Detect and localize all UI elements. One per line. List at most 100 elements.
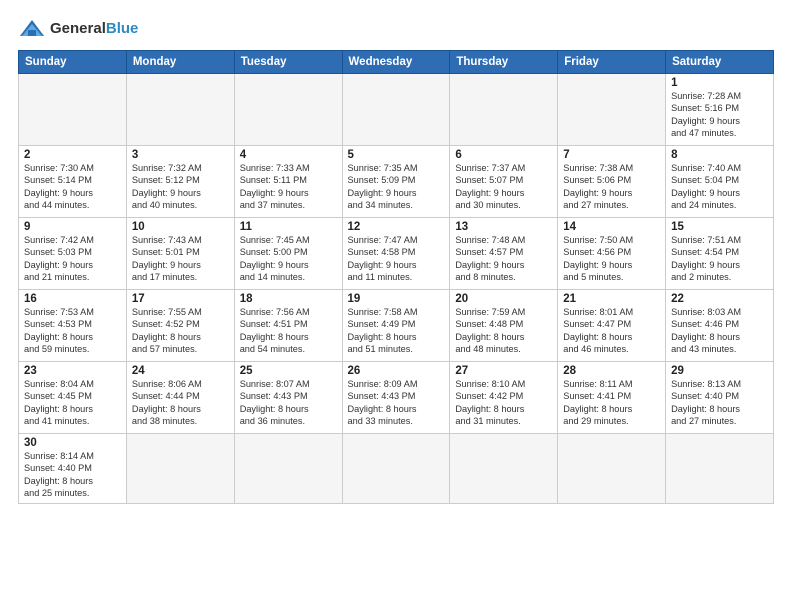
- calendar-cell: 8Sunrise: 7:40 AM Sunset: 5:04 PM Daylig…: [666, 146, 774, 218]
- day-info: Sunrise: 8:13 AM Sunset: 4:40 PM Dayligh…: [671, 378, 768, 428]
- day-number: 24: [132, 365, 229, 377]
- day-info: Sunrise: 7:35 AM Sunset: 5:09 PM Dayligh…: [348, 162, 445, 212]
- day-number: 3: [132, 149, 229, 161]
- day-number: 20: [455, 293, 552, 305]
- calendar-cell: [450, 434, 558, 504]
- calendar-cell: 24Sunrise: 8:06 AM Sunset: 4:44 PM Dayli…: [126, 362, 234, 434]
- day-number: 21: [563, 293, 660, 305]
- calendar-cell: 5Sunrise: 7:35 AM Sunset: 5:09 PM Daylig…: [342, 146, 450, 218]
- calendar-cell: 20Sunrise: 7:59 AM Sunset: 4:48 PM Dayli…: [450, 290, 558, 362]
- calendar-cell: 13Sunrise: 7:48 AM Sunset: 4:57 PM Dayli…: [450, 218, 558, 290]
- weekday-header-saturday: Saturday: [666, 51, 774, 74]
- week-row-2: 9Sunrise: 7:42 AM Sunset: 5:03 PM Daylig…: [19, 218, 774, 290]
- day-info: Sunrise: 7:47 AM Sunset: 4:58 PM Dayligh…: [348, 234, 445, 284]
- day-number: 13: [455, 221, 552, 233]
- day-number: 18: [240, 293, 337, 305]
- weekday-header-row: SundayMondayTuesdayWednesdayThursdayFrid…: [19, 51, 774, 74]
- week-row-4: 23Sunrise: 8:04 AM Sunset: 4:45 PM Dayli…: [19, 362, 774, 434]
- day-number: 7: [563, 149, 660, 161]
- calendar-cell: 30Sunrise: 8:14 AM Sunset: 4:40 PM Dayli…: [19, 434, 127, 504]
- calendar-cell: 9Sunrise: 7:42 AM Sunset: 5:03 PM Daylig…: [19, 218, 127, 290]
- day-info: Sunrise: 7:32 AM Sunset: 5:12 PM Dayligh…: [132, 162, 229, 212]
- day-number: 29: [671, 365, 768, 377]
- weekday-header-tuesday: Tuesday: [234, 51, 342, 74]
- day-info: Sunrise: 7:50 AM Sunset: 4:56 PM Dayligh…: [563, 234, 660, 284]
- calendar-cell: 15Sunrise: 7:51 AM Sunset: 4:54 PM Dayli…: [666, 218, 774, 290]
- calendar-cell: 3Sunrise: 7:32 AM Sunset: 5:12 PM Daylig…: [126, 146, 234, 218]
- day-info: Sunrise: 7:58 AM Sunset: 4:49 PM Dayligh…: [348, 306, 445, 356]
- day-info: Sunrise: 7:48 AM Sunset: 4:57 PM Dayligh…: [455, 234, 552, 284]
- calendar-cell: [342, 434, 450, 504]
- weekday-header-sunday: Sunday: [19, 51, 127, 74]
- calendar-cell: [126, 74, 234, 146]
- calendar-cell: [234, 74, 342, 146]
- day-number: 22: [671, 293, 768, 305]
- day-info: Sunrise: 8:09 AM Sunset: 4:43 PM Dayligh…: [348, 378, 445, 428]
- day-number: 15: [671, 221, 768, 233]
- day-number: 27: [455, 365, 552, 377]
- calendar-table: SundayMondayTuesdayWednesdayThursdayFrid…: [18, 50, 774, 504]
- day-info: Sunrise: 8:01 AM Sunset: 4:47 PM Dayligh…: [563, 306, 660, 356]
- calendar-cell: 14Sunrise: 7:50 AM Sunset: 4:56 PM Dayli…: [558, 218, 666, 290]
- page: GeneralBlue SundayMondayTuesdayWednesday…: [0, 0, 792, 612]
- day-info: Sunrise: 7:55 AM Sunset: 4:52 PM Dayligh…: [132, 306, 229, 356]
- calendar-cell: 28Sunrise: 8:11 AM Sunset: 4:41 PM Dayli…: [558, 362, 666, 434]
- day-number: 10: [132, 221, 229, 233]
- week-row-1: 2Sunrise: 7:30 AM Sunset: 5:14 PM Daylig…: [19, 146, 774, 218]
- calendar-cell: [126, 434, 234, 504]
- calendar-cell: 23Sunrise: 8:04 AM Sunset: 4:45 PM Dayli…: [19, 362, 127, 434]
- day-info: Sunrise: 7:33 AM Sunset: 5:11 PM Dayligh…: [240, 162, 337, 212]
- day-info: Sunrise: 8:14 AM Sunset: 4:40 PM Dayligh…: [24, 450, 121, 500]
- calendar-cell: 1Sunrise: 7:28 AM Sunset: 5:16 PM Daylig…: [666, 74, 774, 146]
- day-number: 17: [132, 293, 229, 305]
- calendar-cell: 17Sunrise: 7:55 AM Sunset: 4:52 PM Dayli…: [126, 290, 234, 362]
- calendar-cell: 29Sunrise: 8:13 AM Sunset: 4:40 PM Dayli…: [666, 362, 774, 434]
- day-info: Sunrise: 7:42 AM Sunset: 5:03 PM Dayligh…: [24, 234, 121, 284]
- day-info: Sunrise: 8:06 AM Sunset: 4:44 PM Dayligh…: [132, 378, 229, 428]
- day-number: 5: [348, 149, 445, 161]
- weekday-header-thursday: Thursday: [450, 51, 558, 74]
- day-number: 16: [24, 293, 121, 305]
- calendar-cell: [450, 74, 558, 146]
- day-info: Sunrise: 7:28 AM Sunset: 5:16 PM Dayligh…: [671, 90, 768, 140]
- day-info: Sunrise: 7:59 AM Sunset: 4:48 PM Dayligh…: [455, 306, 552, 356]
- week-row-5: 30Sunrise: 8:14 AM Sunset: 4:40 PM Dayli…: [19, 434, 774, 504]
- weekday-header-friday: Friday: [558, 51, 666, 74]
- logo: GeneralBlue: [18, 18, 138, 40]
- day-info: Sunrise: 8:03 AM Sunset: 4:46 PM Dayligh…: [671, 306, 768, 356]
- logo-icon: [18, 18, 46, 40]
- weekday-header-wednesday: Wednesday: [342, 51, 450, 74]
- day-number: 9: [24, 221, 121, 233]
- day-number: 1: [671, 77, 768, 89]
- day-info: Sunrise: 7:53 AM Sunset: 4:53 PM Dayligh…: [24, 306, 121, 356]
- calendar-cell: 25Sunrise: 8:07 AM Sunset: 4:43 PM Dayli…: [234, 362, 342, 434]
- day-number: 23: [24, 365, 121, 377]
- day-number: 2: [24, 149, 121, 161]
- day-number: 28: [563, 365, 660, 377]
- calendar-cell: 21Sunrise: 8:01 AM Sunset: 4:47 PM Dayli…: [558, 290, 666, 362]
- calendar-cell: 16Sunrise: 7:53 AM Sunset: 4:53 PM Dayli…: [19, 290, 127, 362]
- day-info: Sunrise: 7:56 AM Sunset: 4:51 PM Dayligh…: [240, 306, 337, 356]
- day-number: 11: [240, 221, 337, 233]
- calendar-cell: 19Sunrise: 7:58 AM Sunset: 4:49 PM Dayli…: [342, 290, 450, 362]
- day-number: 26: [348, 365, 445, 377]
- calendar-cell: 10Sunrise: 7:43 AM Sunset: 5:01 PM Dayli…: [126, 218, 234, 290]
- calendar-cell: 11Sunrise: 7:45 AM Sunset: 5:00 PM Dayli…: [234, 218, 342, 290]
- day-info: Sunrise: 8:07 AM Sunset: 4:43 PM Dayligh…: [240, 378, 337, 428]
- calendar-cell: 18Sunrise: 7:56 AM Sunset: 4:51 PM Dayli…: [234, 290, 342, 362]
- calendar-cell: 27Sunrise: 8:10 AM Sunset: 4:42 PM Dayli…: [450, 362, 558, 434]
- calendar-cell: 26Sunrise: 8:09 AM Sunset: 4:43 PM Dayli…: [342, 362, 450, 434]
- calendar-cell: 22Sunrise: 8:03 AM Sunset: 4:46 PM Dayli…: [666, 290, 774, 362]
- calendar-cell: [558, 74, 666, 146]
- day-info: Sunrise: 8:11 AM Sunset: 4:41 PM Dayligh…: [563, 378, 660, 428]
- day-info: Sunrise: 8:10 AM Sunset: 4:42 PM Dayligh…: [455, 378, 552, 428]
- day-info: Sunrise: 7:38 AM Sunset: 5:06 PM Dayligh…: [563, 162, 660, 212]
- day-number: 25: [240, 365, 337, 377]
- day-number: 6: [455, 149, 552, 161]
- day-info: Sunrise: 7:43 AM Sunset: 5:01 PM Dayligh…: [132, 234, 229, 284]
- day-number: 30: [24, 437, 121, 449]
- day-info: Sunrise: 7:51 AM Sunset: 4:54 PM Dayligh…: [671, 234, 768, 284]
- day-info: Sunrise: 7:37 AM Sunset: 5:07 PM Dayligh…: [455, 162, 552, 212]
- header: GeneralBlue: [18, 18, 774, 40]
- calendar-cell: 4Sunrise: 7:33 AM Sunset: 5:11 PM Daylig…: [234, 146, 342, 218]
